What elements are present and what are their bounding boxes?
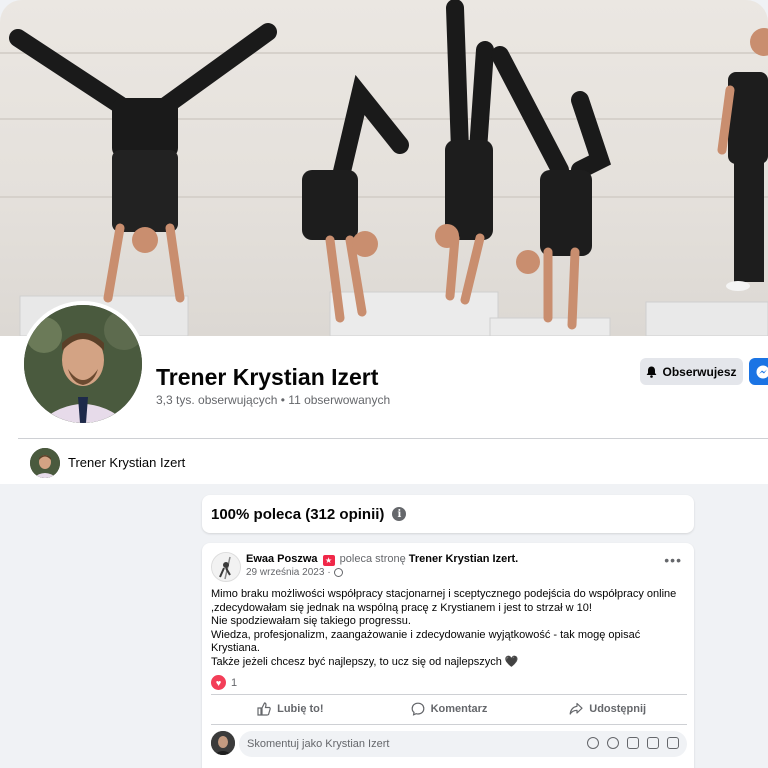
comment-icon bbox=[411, 702, 424, 716]
review-post: Ewaa Poszwa ★ poleca stronę Trener Kryst… bbox=[202, 543, 694, 768]
post-date-row: 29 września 2023 · bbox=[246, 567, 343, 578]
commenter-avatar[interactable] bbox=[211, 731, 235, 755]
sticker-icon[interactable] bbox=[667, 737, 679, 749]
comment-composer: Skomentuj jako Krystian Izert bbox=[211, 731, 687, 757]
target-page-link[interactable]: Trener Krystian Izert. bbox=[409, 553, 518, 565]
facebook-page: Trener Krystian Izert 3,3 tys. obserwują… bbox=[0, 0, 768, 768]
share-button[interactable]: Udostępnij bbox=[528, 697, 687, 721]
post-body: Mimo braku możliwości współpracy stacjon… bbox=[211, 588, 687, 670]
post-divider bbox=[211, 694, 687, 695]
comment-button[interactable]: Komentarz bbox=[370, 697, 529, 721]
header-divider bbox=[18, 438, 768, 439]
emoji-icon[interactable] bbox=[607, 737, 619, 749]
like-icon bbox=[257, 702, 271, 716]
post-divider bbox=[211, 724, 687, 725]
avatar-sticker-icon[interactable] bbox=[587, 737, 599, 749]
author-name[interactable]: Ewaa Poszwa bbox=[246, 553, 318, 565]
mini-profile-avatar[interactable] bbox=[30, 448, 60, 478]
like-button[interactable]: Lubię to! bbox=[211, 697, 370, 721]
love-reaction-icon: ♥ bbox=[211, 675, 226, 690]
camera-icon[interactable] bbox=[627, 737, 639, 749]
like-label: Lubię to! bbox=[277, 703, 324, 715]
followers-count[interactable]: 3,3 tys. obserwujących bbox=[156, 393, 277, 407]
reactions-summary[interactable]: ♥ 1 bbox=[211, 675, 237, 690]
recommend-icon: ★ bbox=[322, 555, 335, 566]
recommendation-title: 100% poleca (312 opinii) bbox=[211, 505, 385, 523]
messenger-icon bbox=[756, 365, 768, 378]
bell-icon bbox=[647, 366, 657, 378]
mini-profile-name[interactable]: Trener Krystian Izert bbox=[68, 455, 185, 470]
post-actions: Lubię to! Komentarz Udostępnij bbox=[211, 697, 687, 721]
post-paragraph-last: Także jeżeli chcesz być najlepszy, to uc… bbox=[211, 656, 687, 670]
post-paragraph-text: Także jeżeli chcesz być najlepszy, to uc… bbox=[211, 655, 502, 668]
stats-separator: • bbox=[280, 393, 285, 407]
recommendation-summary: 100% poleca (312 opinii) i bbox=[202, 495, 694, 533]
share-label: Udostępnij bbox=[589, 703, 647, 715]
post-header: Ewaa Poszwa ★ poleca stronę Trener Kryst… bbox=[246, 553, 518, 566]
date-separator: · bbox=[327, 567, 331, 578]
cover-photo[interactable] bbox=[0, 0, 768, 336]
share-icon bbox=[569, 702, 583, 715]
post-paragraph: Wiedza, profesjonalizm, zaangażowanie i … bbox=[211, 628, 641, 655]
post-date[interactable]: 29 września 2023 bbox=[246, 567, 324, 578]
following-button-label: Obserwujesz bbox=[662, 364, 737, 379]
post-paragraph: Nie spodziewałam się takiego progressu. bbox=[211, 615, 411, 628]
follower-stats: 3,3 tys. obserwujących • 11 obserwowanyc… bbox=[156, 393, 390, 407]
more-icon[interactable]: ••• bbox=[664, 553, 682, 567]
profile-avatar[interactable] bbox=[20, 301, 146, 427]
gif-icon[interactable] bbox=[647, 737, 659, 749]
messenger-button[interactable] bbox=[749, 358, 768, 385]
recommends-text: poleca stronę bbox=[339, 553, 406, 565]
following-count[interactable]: 11 obserwowanych bbox=[288, 393, 390, 407]
page-title: Trener Krystian Izert bbox=[156, 364, 379, 390]
comment-label: Komentarz bbox=[430, 703, 488, 715]
info-icon[interactable]: i bbox=[392, 507, 407, 521]
globe-icon bbox=[333, 568, 343, 577]
following-button[interactable]: Obserwujesz bbox=[640, 358, 743, 385]
comment-tools bbox=[587, 737, 679, 749]
reaction-count: 1 bbox=[231, 676, 238, 689]
handstand-illustration bbox=[9, 0, 768, 336]
post-paragraph: Mimo braku możliwości współpracy stacjon… bbox=[211, 588, 677, 614]
black-heart-emoji: 🖤 bbox=[504, 655, 519, 668]
author-avatar[interactable] bbox=[211, 552, 241, 582]
